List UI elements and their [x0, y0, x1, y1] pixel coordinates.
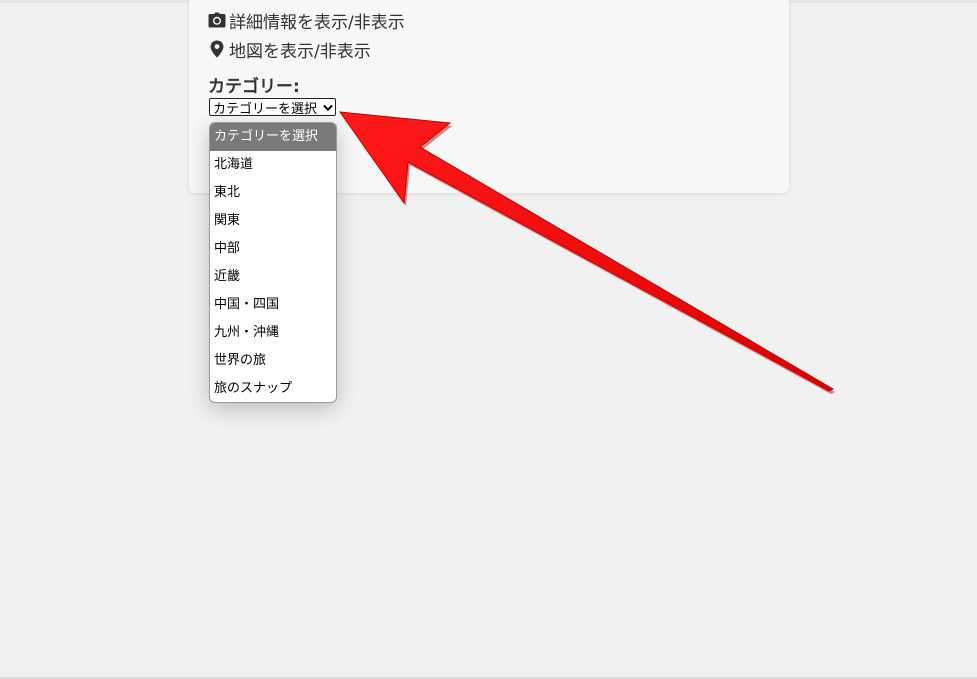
chevron-down-icon — [323, 102, 333, 112]
camera-icon — [208, 11, 226, 29]
dropdown-option[interactable]: 関東 — [210, 207, 336, 235]
category-dropdown-list: カテゴリーを選択 北海道 東北 関東 中部 近畿 中国・四国 九州・沖縄 世界の… — [209, 122, 337, 403]
toggle-map-link[interactable]: 地図を表示/非表示 — [208, 37, 371, 62]
dropdown-option[interactable]: 東北 — [210, 179, 336, 207]
dropdown-option[interactable]: 中国・四国 — [210, 291, 336, 319]
dropdown-option[interactable]: 世界の旅 — [210, 347, 336, 375]
toggle-details-link[interactable]: 詳細情報を表示/非表示 — [208, 8, 405, 33]
category-select[interactable]: カテゴリーを選択 — [209, 98, 336, 117]
dropdown-option[interactable]: 旅のスナップ — [210, 375, 336, 402]
dropdown-option[interactable]: 近畿 — [210, 263, 336, 291]
dropdown-option[interactable]: 九州・沖縄 — [210, 319, 336, 347]
toggle-details-label: 詳細情報を表示/非表示 — [229, 12, 405, 33]
dropdown-option[interactable]: カテゴリーを選択 — [210, 123, 336, 151]
dropdown-option[interactable]: 北海道 — [210, 151, 336, 179]
category-select-value: カテゴリーを選択 — [213, 101, 318, 117]
toggle-map-label: 地図を表示/非表示 — [229, 41, 371, 62]
map-marker-icon — [208, 40, 226, 58]
dropdown-option[interactable]: 中部 — [210, 235, 336, 263]
page: 詳細情報を表示/非表示 地図を表示/非表示 カテゴリー: カテゴリーを選択 カテ… — [0, 0, 977, 679]
category-label: カテゴリー: — [208, 77, 300, 97]
